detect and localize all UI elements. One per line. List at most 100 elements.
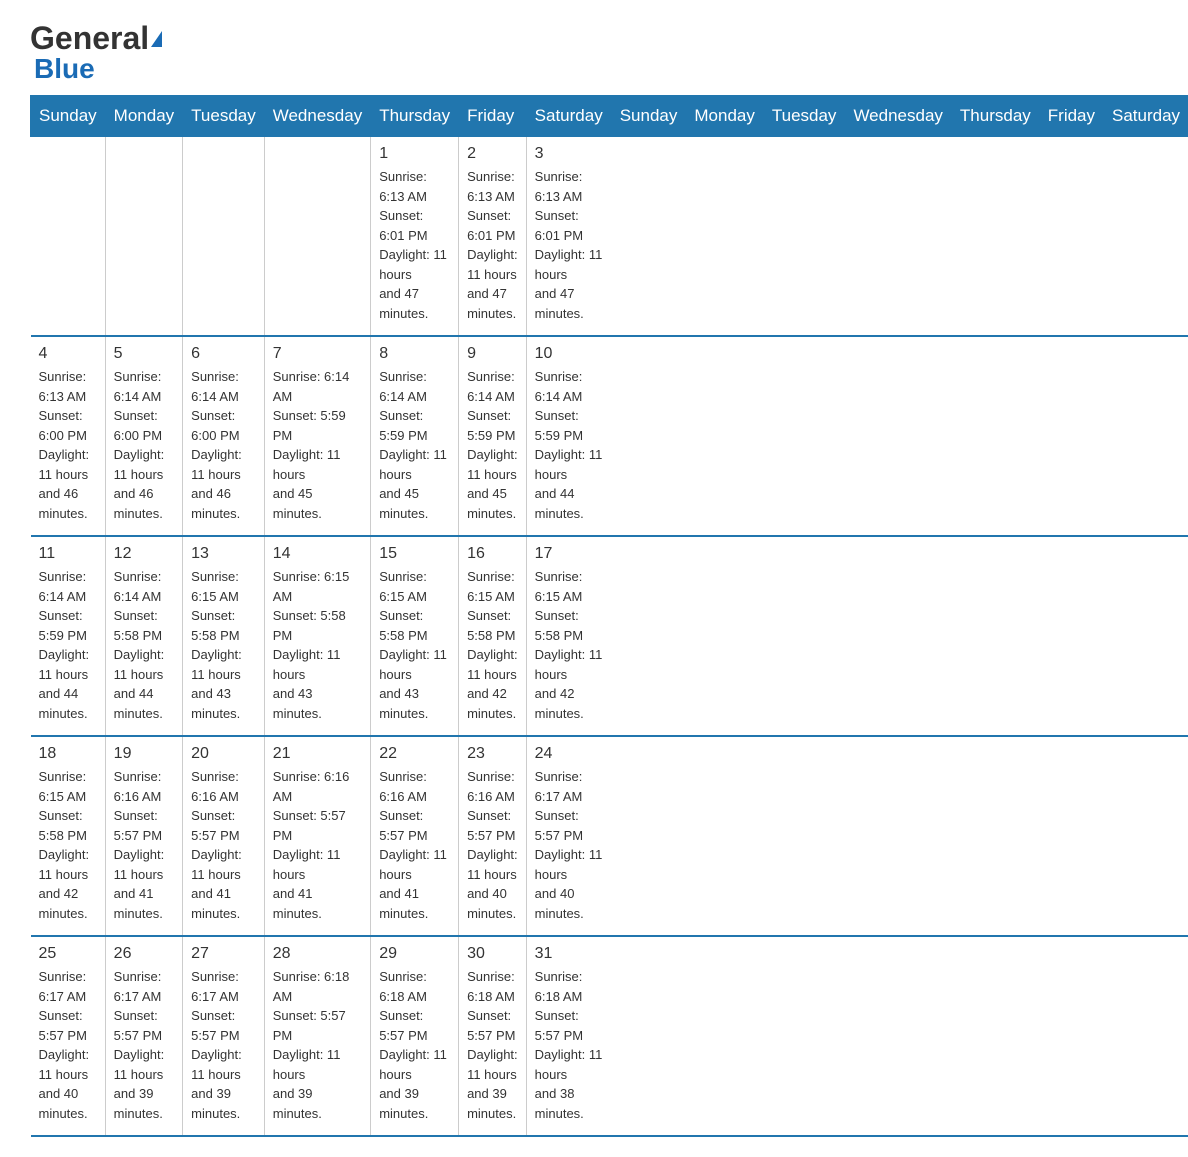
- day-info: Sunrise: 6:17 AM Sunset: 5:57 PM Dayligh…: [535, 767, 604, 923]
- calendar-cell: 5Sunrise: 6:14 AM Sunset: 6:00 PM Daylig…: [105, 336, 182, 536]
- calendar-cell: 28 Sunrise: 6:18 AM Sunset: 5:57 PM Dayli…: [264, 936, 370, 1136]
- day-info: Sunrise: 6:13 AM Sunset: 6:01 PM Dayligh…: [535, 167, 604, 323]
- day-info: Sunrise: 6:15 AM Sunset: 5:58 PM Dayligh…: [191, 567, 256, 723]
- weekday-header-friday: Friday: [1039, 96, 1103, 137]
- day-info: Sunrise: 6:14 AM Sunset: 5:59 PM Dayligh…: [467, 367, 518, 523]
- calendar-table: SundayMondayTuesdayWednesdayThursdayFrid…: [30, 95, 1188, 1137]
- day-number: 5: [114, 345, 174, 363]
- calendar-cell: 13 Sunrise: 6:15 AM Sunset: 5:58 PM Dayli…: [183, 536, 265, 736]
- day-info: Sunrise: 6:14 AM Sunset: 5:59 PM Dayligh…: [273, 367, 362, 523]
- weekday-header-tuesday: Tuesday: [183, 96, 265, 137]
- day-info: Sunrise: 6:14 AM Sunset: 5:59 PM Dayligh…: [39, 567, 97, 723]
- calendar-cell: 16 Sunrise: 6:15 AM Sunset: 5:58 PM Dayli…: [459, 536, 527, 736]
- day-info: Sunrise: 6:15 AM Sunset: 5:58 PM Dayligh…: [467, 567, 518, 723]
- day-info: Sunrise: 6:15 AM Sunset: 5:58 PM Dayligh…: [39, 767, 97, 923]
- day-number: 28: [273, 945, 362, 963]
- day-info: Sunrise: 6:14 AM Sunset: 5:58 PM Dayligh…: [114, 567, 174, 723]
- weekday-header-sunday: Sunday: [611, 96, 686, 137]
- day-info: Sunrise: 6:15 AM Sunset: 5:58 PM Dayligh…: [379, 567, 450, 723]
- day-number: 12: [114, 545, 174, 563]
- calendar-cell: 14 Sunrise: 6:15 AM Sunset: 5:58 PM Dayli…: [264, 536, 370, 736]
- day-number: 21: [273, 745, 362, 763]
- day-info: Sunrise: 6:18 AM Sunset: 5:57 PM Dayligh…: [273, 967, 362, 1123]
- day-number: 30: [467, 945, 518, 963]
- day-number: 25: [39, 945, 97, 963]
- day-number: 31: [535, 945, 604, 963]
- day-info: Sunrise: 6:18 AM Sunset: 5:57 PM Dayligh…: [467, 967, 518, 1123]
- day-number: 14: [273, 545, 362, 563]
- weekday-header-friday: Friday: [459, 96, 527, 137]
- day-info: Sunrise: 6:13 AM Sunset: 6:01 PM Dayligh…: [379, 167, 450, 323]
- calendar-cell: 26Sunrise: 6:17 AM Sunset: 5:57 PM Dayli…: [105, 936, 182, 1136]
- day-info: Sunrise: 6:18 AM Sunset: 5:57 PM Dayligh…: [379, 967, 450, 1123]
- day-number: 3: [535, 145, 604, 163]
- weekday-header-tuesday: Tuesday: [763, 96, 845, 137]
- day-number: 6: [191, 345, 256, 363]
- day-number: 4: [39, 345, 97, 363]
- weekday-header-wednesday: Wednesday: [264, 96, 370, 137]
- day-number: 13: [191, 545, 256, 563]
- day-info: Sunrise: 6:14 AM Sunset: 5:59 PM Dayligh…: [379, 367, 450, 523]
- calendar-cell: 9 Sunrise: 6:14 AM Sunset: 5:59 PM Daylig…: [459, 336, 527, 536]
- calendar-cell: [31, 137, 106, 337]
- weekday-header-monday: Monday: [105, 96, 182, 137]
- day-number: 29: [379, 945, 450, 963]
- day-info: Sunrise: 6:13 AM Sunset: 6:01 PM Dayligh…: [467, 167, 518, 323]
- calendar-cell: 18 Sunrise: 6:15 AM Sunset: 5:58 PM Dayli…: [31, 736, 106, 936]
- calendar-week-row: 25 Sunrise: 6:17 AM Sunset: 5:57 PM Dayli…: [31, 936, 1188, 1136]
- day-number: 16: [467, 545, 518, 563]
- day-number: 24: [535, 745, 604, 763]
- weekday-header-wednesday: Wednesday: [845, 96, 951, 137]
- calendar-cell: 12 Sunrise: 6:14 AM Sunset: 5:58 PM Dayli…: [105, 536, 182, 736]
- logo-general-text: General: [30, 20, 149, 57]
- day-number: 17: [535, 545, 604, 563]
- calendar-header-row: SundayMondayTuesdayWednesdayThursdayFrid…: [31, 96, 1188, 137]
- calendar-cell: 1Sunrise: 6:13 AM Sunset: 6:01 PM Daylig…: [371, 137, 459, 337]
- day-number: 19: [114, 745, 174, 763]
- day-info: Sunrise: 6:13 AM Sunset: 6:00 PM Dayligh…: [39, 367, 97, 523]
- day-info: Sunrise: 6:14 AM Sunset: 5:59 PM Dayligh…: [535, 367, 604, 523]
- weekday-header-thursday: Thursday: [371, 96, 459, 137]
- calendar-week-row: 1Sunrise: 6:13 AM Sunset: 6:01 PM Daylig…: [31, 137, 1188, 337]
- calendar-cell: 23Sunrise: 6:16 AM Sunset: 5:57 PM Dayli…: [459, 736, 527, 936]
- calendar-cell: [264, 137, 370, 337]
- weekday-header-saturday: Saturday: [1104, 96, 1188, 137]
- day-number: 8: [379, 345, 450, 363]
- calendar-cell: 29 Sunrise: 6:18 AM Sunset: 5:57 PM Dayli…: [371, 936, 459, 1136]
- calendar-cell: 20Sunrise: 6:16 AM Sunset: 5:57 PM Dayli…: [183, 736, 265, 936]
- calendar-cell: 31 Sunrise: 6:18 AM Sunset: 5:57 PM Dayli…: [526, 936, 611, 1136]
- calendar-week-row: 18 Sunrise: 6:15 AM Sunset: 5:58 PM Dayli…: [31, 736, 1188, 936]
- day-info: Sunrise: 6:16 AM Sunset: 5:57 PM Dayligh…: [379, 767, 450, 923]
- day-info: Sunrise: 6:18 AM Sunset: 5:57 PM Dayligh…: [535, 967, 604, 1123]
- calendar-cell: [105, 137, 182, 337]
- day-number: 9: [467, 345, 518, 363]
- day-info: Sunrise: 6:16 AM Sunset: 5:57 PM Dayligh…: [114, 767, 174, 923]
- calendar-cell: 11 Sunrise: 6:14 AM Sunset: 5:59 PM Dayli…: [31, 536, 106, 736]
- calendar-cell: [183, 137, 265, 337]
- calendar-cell: 22Sunrise: 6:16 AM Sunset: 5:57 PM Dayli…: [371, 736, 459, 936]
- day-info: Sunrise: 6:14 AM Sunset: 6:00 PM Dayligh…: [191, 367, 256, 523]
- calendar-cell: 27 Sunrise: 6:17 AM Sunset: 5:57 PM Dayli…: [183, 936, 265, 1136]
- page-header: General Blue: [30, 20, 1158, 85]
- day-number: 18: [39, 745, 97, 763]
- logo-triangle-icon: [151, 31, 162, 47]
- calendar-week-row: 11 Sunrise: 6:14 AM Sunset: 5:59 PM Dayli…: [31, 536, 1188, 736]
- calendar-week-row: 4 Sunrise: 6:13 AM Sunset: 6:00 PM Daylig…: [31, 336, 1188, 536]
- day-info: Sunrise: 6:16 AM Sunset: 5:57 PM Dayligh…: [191, 767, 256, 923]
- calendar-cell: 2 Sunrise: 6:13 AM Sunset: 6:01 PM Daylig…: [459, 137, 527, 337]
- day-number: 15: [379, 545, 450, 563]
- day-info: Sunrise: 6:15 AM Sunset: 5:58 PM Dayligh…: [273, 567, 362, 723]
- weekday-header-thursday: Thursday: [951, 96, 1039, 137]
- calendar-cell: 30 Sunrise: 6:18 AM Sunset: 5:57 PM Dayli…: [459, 936, 527, 1136]
- logo-blue-text: Blue: [34, 53, 95, 85]
- calendar-cell: 8 Sunrise: 6:14 AM Sunset: 5:59 PM Daylig…: [371, 336, 459, 536]
- day-number: 23: [467, 745, 518, 763]
- calendar-cell: 25Sunrise: 6:17 AM Sunset: 5:57 PM Dayli…: [31, 936, 106, 1136]
- day-info: Sunrise: 6:17 AM Sunset: 5:57 PM Dayligh…: [191, 967, 256, 1123]
- day-number: 27: [191, 945, 256, 963]
- calendar-cell: 17Sunrise: 6:15 AM Sunset: 5:58 PM Dayli…: [526, 536, 611, 736]
- day-number: 26: [114, 945, 174, 963]
- day-number: 2: [467, 145, 518, 163]
- day-number: 11: [39, 545, 97, 563]
- weekday-header-sunday: Sunday: [31, 96, 106, 137]
